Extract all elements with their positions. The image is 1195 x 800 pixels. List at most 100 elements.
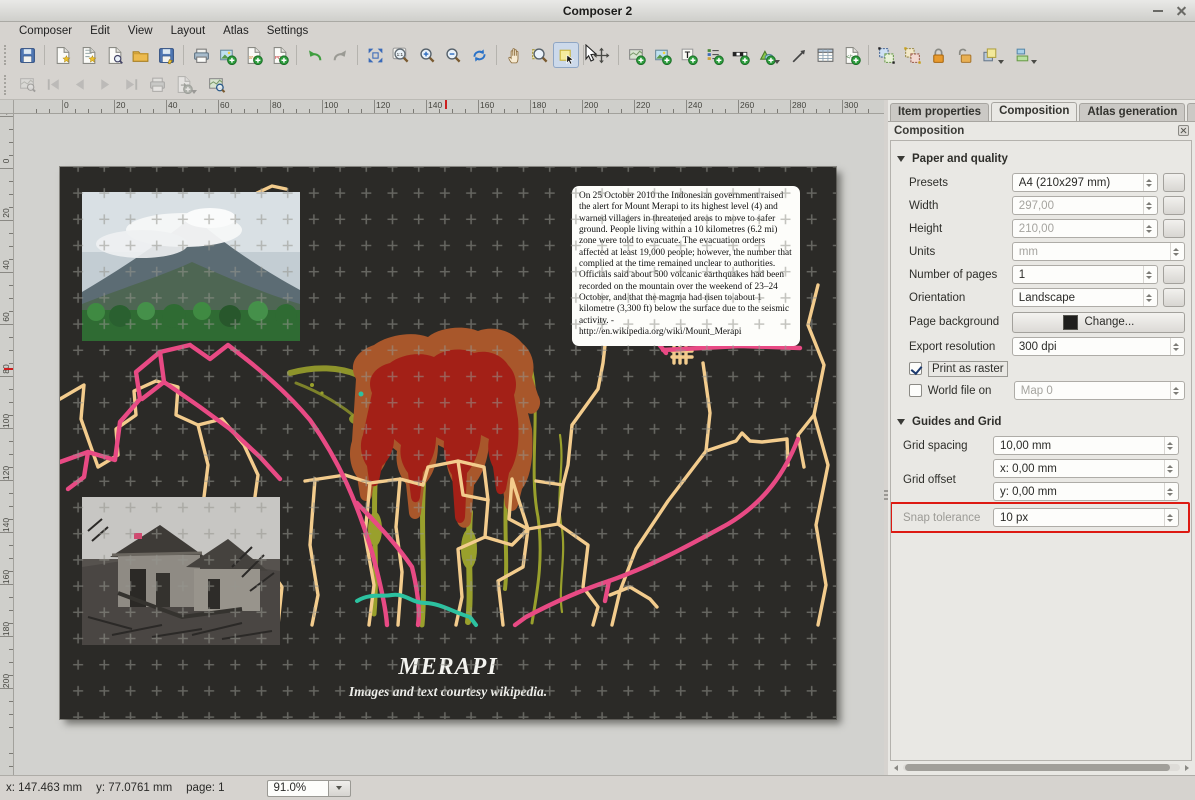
data-defined-button[interactable] <box>1163 196 1185 215</box>
ungroup-items-icon[interactable] <box>899 42 925 68</box>
scroll-left-icon[interactable] <box>892 763 901 772</box>
new-composition-icon[interactable] <box>49 42 75 68</box>
save-project-icon[interactable] <box>14 42 40 68</box>
load-from-template-icon[interactable] <box>127 42 153 68</box>
select-move-item-icon[interactable] <box>553 42 579 68</box>
duplicate-composition-icon[interactable] <box>75 42 101 68</box>
add-new-label-icon[interactable]: T <box>675 42 701 68</box>
tab-items[interactable]: Items <box>1187 103 1195 121</box>
spinner-arrows[interactable] <box>1170 382 1181 399</box>
minimize-icon[interactable] <box>1151 4 1165 18</box>
add-html-frame-icon[interactable]: </> <box>838 42 864 68</box>
spinner-arrows[interactable] <box>1164 460 1175 477</box>
tab-item-properties[interactable]: Item properties <box>890 103 989 121</box>
scrollbar-thumb[interactable] <box>905 764 1170 771</box>
map-credit-label[interactable]: Images and text courtesy wikipedia. <box>60 684 836 700</box>
zoom-combo[interactable]: 91.0% <box>267 780 351 797</box>
section-guides-and-grid[interactable]: Guides and Grid <box>897 410 1185 434</box>
panel-horizontal-scrollbar[interactable] <box>892 763 1191 772</box>
composition-viewport[interactable]: On 25 October 2010 the Indonesian govern… <box>14 114 884 775</box>
map-title-label[interactable]: MERAPI <box>60 654 836 681</box>
move-item-content-icon[interactable] <box>588 42 614 68</box>
spinner-arrows[interactable] <box>1164 437 1175 454</box>
composer-manager-icon[interactable] <box>101 42 127 68</box>
presets-combo[interactable]: A4 (210x297 mm) <box>1012 173 1158 192</box>
volcano-photo[interactable] <box>82 192 300 341</box>
add-attribute-table-icon[interactable] <box>812 42 838 68</box>
width-spinbox[interactable]: 297,00 <box>1012 196 1158 215</box>
undo-icon[interactable] <box>301 42 327 68</box>
spinner-arrows[interactable] <box>1143 197 1154 214</box>
world-file-checkbox[interactable] <box>909 384 922 397</box>
toolbar-handle[interactable] <box>4 75 11 95</box>
zoom-dropdown-icon[interactable] <box>329 780 351 797</box>
add-new-scalebar-icon[interactable] <box>727 42 753 68</box>
data-defined-button[interactable] <box>1163 288 1185 307</box>
print-as-raster-checkbox[interactable] <box>909 362 922 375</box>
pan-icon[interactable] <box>501 42 527 68</box>
menu-view[interactable]: View <box>119 24 162 38</box>
composition-page[interactable]: On 25 October 2010 the Indonesian govern… <box>60 167 836 719</box>
menu-edit[interactable]: Edit <box>81 24 119 38</box>
zoom-full-icon[interactable] <box>362 42 388 68</box>
unlock-all-icon[interactable] <box>951 42 977 68</box>
scroll-right-icon[interactable] <box>1182 763 1191 772</box>
grid-offset-y-spinbox[interactable]: y: 0,00 mm <box>993 482 1179 501</box>
toolbar-handle[interactable] <box>4 45 11 65</box>
spinner-arrows[interactable] <box>1143 289 1154 306</box>
raise-selected-items-icon[interactable] <box>977 42 1003 68</box>
align-selected-items-icon[interactable] <box>1010 42 1036 68</box>
export-as-svg-icon[interactable]: SVG <box>240 42 266 68</box>
spinner-arrows[interactable] <box>1170 338 1181 355</box>
spinner-arrows[interactable] <box>1143 174 1154 191</box>
snap-tolerance-spinbox[interactable]: 10 px <box>993 508 1179 527</box>
page-background-button[interactable]: Change... <box>1012 312 1185 333</box>
export-resolution-spinbox[interactable]: 300 dpi <box>1012 337 1185 356</box>
house-photo[interactable] <box>82 497 280 645</box>
lock-selected-items-icon[interactable] <box>925 42 951 68</box>
atlas-settings-icon[interactable] <box>203 72 229 98</box>
redo-icon[interactable] <box>327 42 353 68</box>
data-defined-button[interactable] <box>1163 219 1185 238</box>
spinner-arrows[interactable] <box>1164 509 1175 526</box>
zoom-out-icon[interactable] <box>440 42 466 68</box>
export-as-image-icon[interactable] <box>214 42 240 68</box>
spinner-arrows[interactable] <box>1143 220 1154 237</box>
add-image-icon[interactable] <box>649 42 675 68</box>
tab-atlas-generation[interactable]: Atlas generation <box>1079 103 1185 121</box>
menu-atlas[interactable]: Atlas <box>214 24 258 38</box>
menu-settings[interactable]: Settings <box>258 24 318 38</box>
spinner-arrows[interactable] <box>1170 243 1181 260</box>
group-items-icon[interactable] <box>873 42 899 68</box>
refresh-view-icon[interactable] <box>466 42 492 68</box>
close-icon[interactable] <box>1175 4 1189 18</box>
spinner-arrows[interactable] <box>1164 483 1175 500</box>
article-text-item[interactable]: On 25 October 2010 the Indonesian govern… <box>572 186 800 346</box>
orientation-combo[interactable]: Landscape <box>1012 288 1158 307</box>
section-paper-and-quality[interactable]: Paper and quality <box>897 147 1185 171</box>
data-defined-button[interactable] <box>1163 173 1185 192</box>
tab-composition[interactable]: Composition <box>991 102 1077 121</box>
add-new-map-icon[interactable] <box>623 42 649 68</box>
data-defined-button[interactable] <box>1163 265 1185 284</box>
world-file-map-combo[interactable]: Map 0 <box>1014 381 1185 400</box>
add-new-legend-icon[interactable] <box>701 42 727 68</box>
zoom-region-icon[interactable] <box>527 42 553 68</box>
grid-spacing-spinbox[interactable]: 10,00 mm <box>993 436 1179 455</box>
menu-composer[interactable]: Composer <box>10 24 81 38</box>
add-basic-shape-icon[interactable] <box>753 42 779 68</box>
print-icon[interactable] <box>188 42 214 68</box>
save-as-template-icon[interactable] <box>153 42 179 68</box>
zoom-in-icon[interactable] <box>414 42 440 68</box>
units-combo[interactable]: mm <box>1012 242 1185 261</box>
spinner-arrows[interactable] <box>1143 266 1154 283</box>
zoom-actual-size-icon[interactable]: 1:1 <box>388 42 414 68</box>
menu-layout[interactable]: Layout <box>162 24 215 38</box>
pages-spinbox[interactable]: 1 <box>1012 265 1158 284</box>
height-spinbox[interactable]: 210,00 <box>1012 219 1158 238</box>
export-as-pdf-icon[interactable]: PDF <box>266 42 292 68</box>
add-arrow-icon[interactable] <box>786 42 812 68</box>
dock-close-icon[interactable] <box>1178 125 1189 136</box>
title-bar[interactable]: Composer 2 <box>0 0 1195 22</box>
grid-offset-x-spinbox[interactable]: x: 0,00 mm <box>993 459 1179 478</box>
